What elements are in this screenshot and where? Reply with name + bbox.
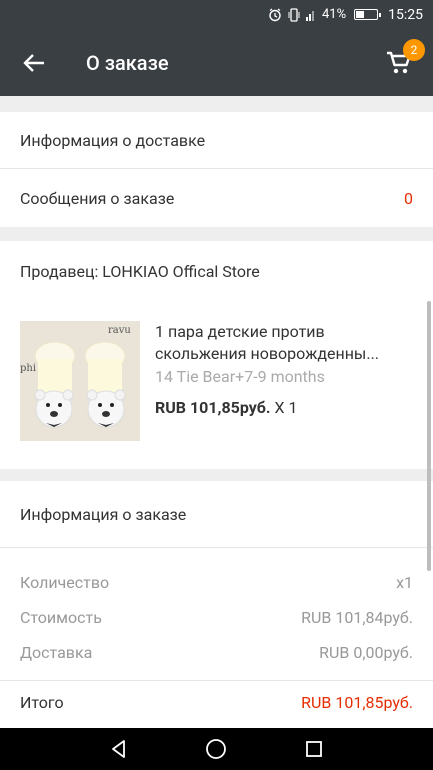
triangle-back-icon bbox=[111, 740, 125, 758]
seller-row[interactable]: Продавец: LOHKIAO Offical Store bbox=[0, 241, 433, 301]
total-label: Итого bbox=[20, 692, 64, 712]
nav-back-button[interactable] bbox=[99, 729, 139, 769]
shipping-label: Доставка bbox=[20, 643, 93, 662]
order-info-heading: Информация о заказе bbox=[20, 504, 187, 524]
cost-value: RUB 101,84руб. bbox=[301, 608, 413, 627]
status-bar: 41% 15:25 bbox=[0, 0, 433, 29]
back-button[interactable] bbox=[0, 29, 68, 96]
quantity-label: Количество bbox=[20, 573, 110, 592]
svg-text:phi: phi bbox=[20, 363, 36, 374]
square-recents-icon bbox=[306, 741, 323, 757]
total-value: RUB 101,85руб. bbox=[301, 692, 413, 712]
svg-text:ravu: ravu bbox=[108, 325, 131, 336]
vibrate-icon bbox=[288, 7, 300, 22]
battery-percent: 41% bbox=[321, 7, 347, 22]
order-info-heading-row: Информация о заказе bbox=[0, 481, 433, 547]
shipping-value: RUB 0,00руб. bbox=[319, 643, 413, 662]
cost-row: Стоимость RUB 101,84руб. bbox=[0, 600, 433, 635]
product-item[interactable]: ravu phi 1 пара детские против скольжени… bbox=[0, 301, 433, 469]
circle-home-icon bbox=[206, 739, 227, 759]
cost-label: Стоимость bbox=[20, 608, 102, 627]
nav-recents-button[interactable] bbox=[294, 729, 334, 769]
total-row: Итого RUB 101,85руб. bbox=[0, 681, 433, 723]
quantity-row: Количество x1 bbox=[0, 565, 433, 600]
nav-home-button[interactable] bbox=[196, 729, 236, 769]
order-messages-row[interactable]: Сообщения о заказе 0 bbox=[0, 169, 433, 227]
delivery-info-row[interactable]: Информация о доставке bbox=[0, 112, 433, 168]
product-variant: 14 Tie Bear+7-9 months bbox=[155, 367, 325, 386]
signal-icon bbox=[305, 9, 316, 21]
content: Информация о доставке Сообщения о заказе… bbox=[0, 96, 433, 728]
scrollbar[interactable] bbox=[427, 301, 431, 571]
product-price: RUB 101,85руб. X 1 bbox=[155, 398, 298, 417]
product-title: 1 пара детские против скольжения новорож… bbox=[155, 322, 380, 363]
quantity-value: x1 bbox=[396, 573, 413, 592]
alarm-icon bbox=[268, 7, 282, 22]
product-image: ravu phi bbox=[20, 321, 140, 441]
page-title: О заказе bbox=[86, 50, 169, 75]
clock: 15:25 bbox=[388, 6, 423, 23]
arrow-left-icon bbox=[23, 53, 44, 72]
system-nav-bar bbox=[0, 728, 433, 770]
delivery-info-label: Информация о доставке bbox=[20, 130, 206, 150]
cart-button[interactable]: 2 bbox=[379, 39, 425, 83]
order-messages-label: Сообщения о заказе bbox=[20, 188, 175, 208]
shipping-row: Доставка RUB 0,00руб. bbox=[0, 635, 433, 670]
app-bar: О заказе 2 bbox=[0, 29, 433, 96]
order-messages-count: 0 bbox=[404, 188, 413, 208]
battery-icon bbox=[354, 9, 382, 20]
seller-label: Продавец: LOHKIAO Offical Store bbox=[20, 261, 260, 281]
cart-count-badge: 2 bbox=[403, 39, 425, 61]
